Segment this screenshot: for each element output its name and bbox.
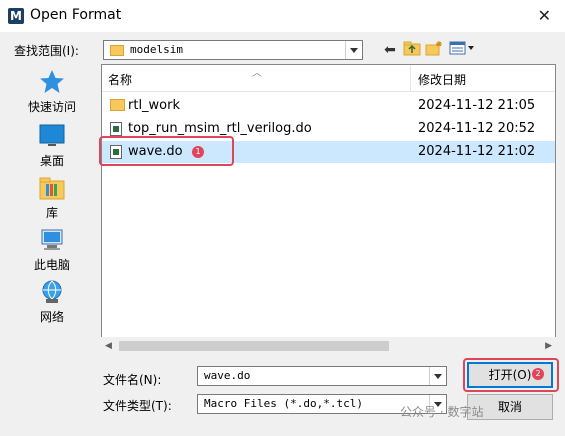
filename-label: 文件名(N): xyxy=(103,373,162,387)
filename-value: wave.do xyxy=(204,369,251,382)
column-header-name[interactable]: 名称 xyxy=(108,71,132,88)
place-label: 库 xyxy=(45,206,58,220)
highlight-box-open xyxy=(463,358,559,392)
sort-indicator-icon: ︿ xyxy=(252,68,262,79)
places-bar: 快速访问 桌面 库 此电脑 网络 xyxy=(12,68,92,336)
file-date: 2024-11-12 21:02 xyxy=(418,144,536,159)
lookin-dropdown[interactable]: modelsim xyxy=(103,40,363,60)
lookin-label: 查找范围(I): xyxy=(14,44,79,58)
scroll-left-icon[interactable]: ◀ xyxy=(105,341,112,351)
chevron-down-icon[interactable] xyxy=(429,367,446,385)
chevron-down-icon[interactable] xyxy=(345,41,362,59)
star-icon xyxy=(40,70,64,93)
folder-icon xyxy=(110,45,124,56)
do-file-icon xyxy=(110,122,122,136)
computer-icon xyxy=(41,229,63,250)
file-date: 2024-11-12 21:05 xyxy=(418,98,536,113)
file-date: 2024-11-12 20:52 xyxy=(418,121,536,136)
file-list[interactable]: ︿ 名称 修改日期 rtl_work 2024-11-12 21:05 top_… xyxy=(99,64,556,345)
dialog-body: 查找范围(I): modelsim ⬅ 快速访问 桌面 库 此电脑 网络 ︿ 名… xyxy=(0,32,565,436)
up-folder-icon[interactable] xyxy=(402,40,422,60)
window-title: Open Format xyxy=(30,7,122,23)
column-header-date[interactable]: 修改日期 xyxy=(418,71,466,88)
lookin-value: modelsim xyxy=(130,43,183,56)
file-name: rtl_work xyxy=(128,98,181,113)
library-folder-icon xyxy=(39,177,65,200)
desktop-icon xyxy=(39,124,65,146)
filetype-value: Macro Files (*.do,*.tcl) xyxy=(204,397,363,410)
back-icon[interactable]: ⬅ xyxy=(380,40,400,60)
scrollbar-thumb[interactable] xyxy=(119,341,389,351)
file-name: top_run_msim_rtl_verilog.do xyxy=(128,121,312,136)
step-badge-1: 1 xyxy=(192,146,204,158)
folder-icon xyxy=(110,99,125,111)
title-bar: M Open Format ✕ xyxy=(0,0,565,32)
close-icon[interactable]: ✕ xyxy=(538,6,551,25)
column-divider[interactable] xyxy=(410,65,411,91)
place-label: 快速访问 xyxy=(27,100,76,114)
network-icon xyxy=(42,280,62,303)
highlight-box-file xyxy=(99,136,234,166)
place-label: 网络 xyxy=(39,310,64,324)
view-menu-icon[interactable] xyxy=(448,40,478,60)
scroll-right-icon[interactable]: ▶ xyxy=(545,341,552,351)
new-folder-icon[interactable] xyxy=(424,40,444,60)
app-icon: M xyxy=(8,8,24,24)
step-badge-2: 2 xyxy=(532,368,544,380)
watermark: 公众号 · 数字站 xyxy=(400,405,484,419)
file-row-rtl-work[interactable]: rtl_work 2024-11-12 21:05 xyxy=(102,95,555,117)
file-list-header: ︿ 名称 修改日期 xyxy=(102,65,555,92)
place-label: 桌面 xyxy=(39,154,64,168)
filename-input[interactable]: wave.do xyxy=(197,366,447,386)
horizontal-scrollbar[interactable]: ◀ ▶ xyxy=(101,337,556,355)
place-label: 此电脑 xyxy=(33,258,70,272)
filetype-label: 文件类型(T): xyxy=(103,399,172,413)
